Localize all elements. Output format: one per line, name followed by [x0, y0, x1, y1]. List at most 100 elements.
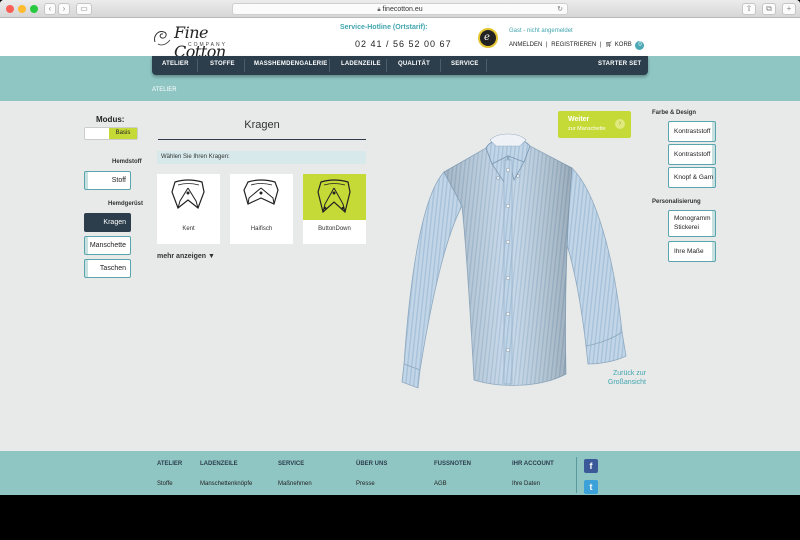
- collar-option-buttondown[interactable]: ButtonDown: [303, 174, 366, 244]
- nav-item-service[interactable]: SERVICE: [451, 61, 479, 67]
- site-header: Fine Cotton COMPANY Service-Hotline (Ort…: [0, 18, 800, 61]
- continue-button-subtitle: zur Manschette: [568, 126, 606, 132]
- sidebar-item-kontraststoff-2[interactable]: Kontraststoff: [668, 144, 716, 165]
- collar-name: Haifisch: [250, 226, 273, 232]
- footer-heading: ÜBER UNS: [356, 461, 388, 467]
- back-to-overview-link[interactable]: Zurück zur Großansicht: [596, 369, 646, 387]
- footer-link[interactable]: Presse: [356, 481, 375, 487]
- nav-divider: [486, 59, 487, 72]
- modus-toggle[interactable]: Basis: [84, 127, 138, 140]
- facebook-icon[interactable]: f: [584, 459, 598, 473]
- monogramm-label-line1: Monogramm: [674, 215, 711, 222]
- sidebar-item-manschette[interactable]: Manschette: [84, 236, 131, 255]
- nav-item-atelier[interactable]: ATELIER: [162, 61, 189, 67]
- show-more-link[interactable]: mehr anzeigen ▼: [157, 253, 215, 260]
- lock-icon: 🔒︎: [377, 7, 381, 13]
- footer-link[interactable]: AGB: [434, 481, 447, 487]
- nav-item-starter-set[interactable]: STARTER SET: [598, 61, 641, 67]
- register-link[interactable]: REGISTRIEREN: [551, 42, 596, 48]
- modus-basis-option[interactable]: Basis: [109, 128, 137, 139]
- address-bar[interactable]: 🔒︎ finecotton.eu ↻: [232, 3, 568, 15]
- nav-divider: [244, 59, 245, 72]
- nav-item-qualitaet[interactable]: QUALITÄT: [398, 61, 430, 67]
- browser-window: ‹ › ▭ 🔒︎ finecotton.eu ↻ ⇧ ⧉ + Fine Cotto…: [0, 0, 800, 495]
- phone-number: 02 41 / 56 52 00 67: [355, 39, 452, 49]
- account-links: ANMELDEN | REGISTRIEREN | 🛒︎ KORB 0: [509, 41, 646, 50]
- link-separator: |: [546, 42, 548, 48]
- choose-collar-prompt: Wählen Sie Ihren Kragen:: [157, 151, 366, 164]
- twitter-icon[interactable]: t: [584, 480, 598, 494]
- footer-heading: ATELIER: [157, 461, 183, 467]
- modus-label: Modus:: [96, 115, 125, 124]
- hemdstoff-group-label: Hemdstoff: [112, 159, 142, 165]
- guest-status: Gast - nicht angemeldet: [509, 28, 573, 34]
- service-hotline-label: Service-Hotline (Ortstarif):: [340, 24, 428, 31]
- new-tab-icon[interactable]: +: [782, 3, 796, 15]
- logo-company-text: COMPANY: [188, 42, 227, 48]
- kent-collar-icon: [157, 174, 220, 220]
- collar-option-kent[interactable]: Kent: [157, 174, 220, 244]
- back-link-line1: Zurück zur: [612, 370, 646, 377]
- share-icon[interactable]: ⇧: [742, 3, 756, 15]
- monogramm-label-line2: Stickerei: [674, 224, 699, 231]
- haifisch-collar-icon: [230, 174, 293, 220]
- footer-heading: LADENZEILE: [200, 461, 238, 467]
- footer-link[interactable]: Ihre Daten: [512, 481, 540, 487]
- nav-item-ladenzeile[interactable]: LADENZEILE: [341, 61, 381, 67]
- tabs-icon[interactable]: ⧉: [762, 3, 776, 15]
- nav-divider: [329, 59, 330, 72]
- trusted-shops-badge-icon[interactable]: e: [478, 28, 498, 48]
- nav-divider: [440, 59, 441, 72]
- shirt-configurator: Modus: Basis Hemdstoff Stoff Hemdgerüst …: [0, 101, 800, 451]
- personalisierung-group-label: Personalisierung: [652, 199, 701, 205]
- sidebar-item-kragen[interactable]: Kragen: [84, 213, 131, 232]
- continue-button-title: Weiter: [568, 116, 590, 123]
- footer: ATELIER Stoffe LADENZEILE Manschettenknö…: [0, 451, 800, 495]
- fine-cotton-logo[interactable]: Fine Cotton COMPANY: [152, 23, 252, 61]
- cart-icon[interactable]: 🛒︎: [605, 42, 613, 48]
- sidebar-item-taschen[interactable]: Taschen: [84, 259, 131, 278]
- footer-link[interactable]: Stoffe: [157, 481, 173, 487]
- login-link[interactable]: ANMELDEN: [509, 42, 542, 48]
- footer-heading: FUSSNOTEN: [434, 461, 472, 467]
- footer-heading: IHR ACCOUNT: [512, 461, 554, 467]
- footer-divider: [576, 457, 577, 493]
- cart-link[interactable]: KORB: [615, 42, 632, 48]
- cart-count-badge: 0: [635, 41, 645, 50]
- link-separator: |: [599, 42, 602, 48]
- collar-option-haifisch[interactable]: Haifisch: [230, 174, 293, 244]
- sidebar-item-kontraststoff-1[interactable]: Kontraststoff: [668, 121, 716, 142]
- breadcrumb[interactable]: ATELIER: [152, 87, 177, 93]
- minimize-window-button[interactable]: [18, 5, 26, 13]
- back-icon[interactable]: ‹: [44, 3, 56, 15]
- nav-divider: [386, 59, 387, 72]
- footer-link[interactable]: Maßnehmen: [278, 481, 312, 487]
- forward-icon[interactable]: ›: [58, 3, 70, 15]
- nav-item-stoffe[interactable]: STOFFE: [210, 61, 235, 67]
- zoom-window-button[interactable]: [30, 5, 38, 13]
- reload-icon[interactable]: ↻: [557, 4, 563, 15]
- section-title: Kragen: [244, 119, 280, 131]
- nav-divider: [197, 59, 198, 72]
- collar-name: Kent: [182, 226, 195, 232]
- sidebar-item-knopf-garn[interactable]: Knopf & Garn: [668, 167, 716, 188]
- main-navigation: ATELIER STOFFE MASSHEMDENGALERIE LADENZE…: [152, 56, 648, 75]
- sidebar-item-ihre-masse[interactable]: Ihre Maße: [668, 241, 716, 262]
- collar-name: ButtonDown: [318, 226, 351, 232]
- back-link-line2: Großansicht: [607, 379, 646, 386]
- farbe-design-group-label: Farbe & Design: [652, 110, 697, 116]
- sidebar-item-monogramm[interactable]: Monogramm Stickerei: [668, 210, 716, 237]
- continue-button[interactable]: Weiter zur Manschette ›: [558, 111, 631, 138]
- arrow-right-icon: ›: [615, 119, 625, 129]
- sidebar-item-stoff[interactable]: Stoff: [84, 171, 131, 190]
- footer-link[interactable]: Manschettenknöpfe: [200, 481, 252, 487]
- sidebar-toggle-icon[interactable]: ▭: [76, 3, 92, 15]
- close-window-button[interactable]: [6, 5, 14, 13]
- screen: ‹ › ▭ 🔒︎ finecotton.eu ↻ ⇧ ⧉ + Fine Cotto…: [0, 0, 800, 540]
- logo-flourish-icon: [154, 31, 171, 46]
- title-underline: [158, 139, 366, 140]
- url-text: finecotton.eu: [382, 6, 423, 13]
- nav-item-masshemdengalerie[interactable]: MASSHEMDENGALERIE: [254, 61, 327, 67]
- hemdgeruest-group-label: Hemdgerüst: [108, 201, 144, 207]
- browser-toolbar: ‹ › ▭ 🔒︎ finecotton.eu ↻ ⇧ ⧉ +: [0, 0, 800, 18]
